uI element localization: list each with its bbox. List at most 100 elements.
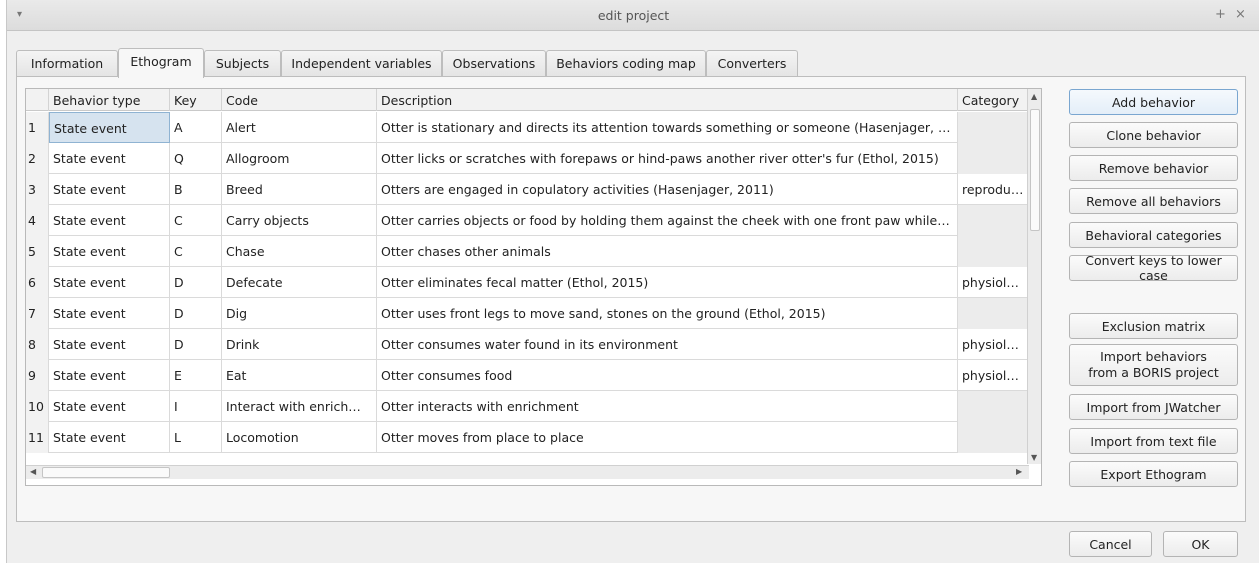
table-row[interactable]: 11 State event L Locomotion Otter moves from… xyxy=(26,422,1041,453)
vertical-scrollbar[interactable]: ▲ ▼ xyxy=(1027,89,1041,464)
code-cell[interactable]: Alert xyxy=(222,112,377,143)
behavior-type-cell[interactable]: State event xyxy=(49,143,170,174)
horizontal-scroll-thumb[interactable] xyxy=(42,467,170,478)
code-cell[interactable]: Chase xyxy=(222,236,377,267)
description-cell[interactable]: Otter moves from place to place xyxy=(377,422,958,453)
pin-icon[interactable]: + xyxy=(1215,7,1226,22)
scroll-left-icon[interactable]: ◀ xyxy=(30,467,36,476)
category-cell[interactable] xyxy=(958,205,1029,236)
behavior-type-cell[interactable]: State event xyxy=(49,112,170,143)
horizontal-scrollbar[interactable]: ◀ ▶ xyxy=(26,465,1029,479)
header-code[interactable]: Code xyxy=(222,89,377,111)
category-cell[interactable]: physiology xyxy=(958,267,1029,298)
tab-behaviors-coding-map[interactable]: Behaviors coding map xyxy=(546,50,706,77)
category-cell[interactable]: physiology xyxy=(958,360,1029,391)
key-cell[interactable]: B xyxy=(170,174,222,205)
header-description[interactable]: Description xyxy=(377,89,958,111)
category-cell[interactable] xyxy=(958,391,1029,422)
behavior-type-cell[interactable]: State event xyxy=(49,422,170,453)
import-text-file-button[interactable]: Import from text file xyxy=(1069,428,1238,454)
description-cell[interactable]: Otter carries objects or food by holding… xyxy=(377,205,958,236)
key-cell[interactable]: C xyxy=(170,205,222,236)
tab-information[interactable]: Information xyxy=(16,50,118,77)
header-key[interactable]: Key xyxy=(170,89,222,111)
key-cell[interactable]: L xyxy=(170,422,222,453)
export-ethogram-button[interactable]: Export Ethogram xyxy=(1069,461,1238,487)
description-cell[interactable]: Otters are engaged in copulatory activit… xyxy=(377,174,958,205)
code-cell[interactable]: Dig xyxy=(222,298,377,329)
description-cell[interactable]: Otter uses front legs to move sand, ston… xyxy=(377,298,958,329)
behavioral-categories-button[interactable]: Behavioral categories xyxy=(1069,222,1238,248)
table-row[interactable]: 2 State event Q Allogroom Otter licks or scr… xyxy=(26,143,1041,174)
code-cell[interactable]: Locomotion xyxy=(222,422,377,453)
exclusion-matrix-button[interactable]: Exclusion matrix xyxy=(1069,313,1238,339)
description-cell[interactable]: Otter consumes water found in its enviro… xyxy=(377,329,958,360)
scroll-up-icon[interactable]: ▲ xyxy=(1031,92,1037,101)
vertical-scroll-thumb[interactable] xyxy=(1030,109,1040,231)
key-cell[interactable]: D xyxy=(170,298,222,329)
description-cell[interactable]: Otter is stationary and directs its atte… xyxy=(377,112,958,143)
description-cell[interactable]: Otter chases other animals xyxy=(377,236,958,267)
code-cell[interactable]: Drink xyxy=(222,329,377,360)
convert-keys-button[interactable]: Convert keys to lower case xyxy=(1069,253,1238,283)
key-cell[interactable]: A xyxy=(170,112,222,143)
table-row[interactable]: 4 State event C Carry objects Otter carries … xyxy=(26,205,1041,236)
category-cell[interactable] xyxy=(958,112,1029,143)
behavior-type-cell[interactable]: State event xyxy=(49,267,170,298)
import-boris-button[interactable]: Import behaviors from a BORIS project xyxy=(1069,344,1238,386)
ethogram-table[interactable]: Behavior type Key Code Description Categ… xyxy=(25,88,1042,486)
key-cell[interactable]: Q xyxy=(170,143,222,174)
code-cell[interactable]: Allogroom xyxy=(222,143,377,174)
category-cell[interactable]: reproduction xyxy=(958,174,1029,205)
tab-converters[interactable]: Converters xyxy=(706,50,798,77)
key-cell[interactable]: I xyxy=(170,391,222,422)
clone-behavior-button[interactable]: Clone behavior xyxy=(1069,122,1238,148)
behavior-type-cell[interactable]: State event xyxy=(49,329,170,360)
code-cell[interactable]: Interact with enrichment xyxy=(222,391,377,422)
key-cell[interactable]: E xyxy=(170,360,222,391)
remove-behavior-button[interactable]: Remove behavior xyxy=(1069,155,1238,181)
scroll-down-icon[interactable]: ▼ xyxy=(1031,453,1037,462)
code-cell[interactable]: Defecate xyxy=(222,267,377,298)
category-cell[interactable] xyxy=(958,143,1029,174)
tab-ethogram[interactable]: Ethogram xyxy=(118,48,204,78)
table-row[interactable]: 10 State event I Interact with enrichment Ot… xyxy=(26,391,1041,422)
header-category[interactable]: Category xyxy=(958,89,1029,111)
tab-subjects[interactable]: Subjects xyxy=(204,50,281,77)
table-row[interactable]: 3 State event B Breed Otters are engaged in … xyxy=(26,174,1041,205)
category-cell[interactable]: physiology xyxy=(958,329,1029,360)
tab-independent-variables[interactable]: Independent variables xyxy=(281,50,442,77)
scroll-right-icon[interactable]: ▶ xyxy=(1016,467,1022,476)
category-cell[interactable] xyxy=(958,298,1029,329)
cancel-button[interactable]: Cancel xyxy=(1069,531,1152,557)
behavior-type-cell[interactable]: State event xyxy=(49,205,170,236)
key-cell[interactable]: C xyxy=(170,236,222,267)
table-row[interactable]: 5 State event C Chase Otter chases other ani… xyxy=(26,236,1041,267)
remove-all-behaviors-button[interactable]: Remove all behaviors xyxy=(1069,188,1238,214)
code-cell[interactable]: Breed xyxy=(222,174,377,205)
ok-button[interactable]: OK xyxy=(1163,531,1238,557)
description-cell[interactable]: Otter licks or scratches with forepaws o… xyxy=(377,143,958,174)
description-cell[interactable]: Otter interacts with enrichment xyxy=(377,391,958,422)
behavior-type-cell[interactable]: State event xyxy=(49,360,170,391)
behavior-type-cell[interactable]: State event xyxy=(49,391,170,422)
add-behavior-button[interactable]: Add behavior xyxy=(1069,89,1238,115)
description-cell[interactable]: Otter consumes food xyxy=(377,360,958,391)
key-cell[interactable]: D xyxy=(170,329,222,360)
behavior-type-cell[interactable]: State event xyxy=(49,298,170,329)
code-cell[interactable]: Carry objects xyxy=(222,205,377,236)
behavior-type-cell[interactable]: State event xyxy=(49,236,170,267)
key-cell[interactable]: D xyxy=(170,267,222,298)
description-cell[interactable]: Otter eliminates fecal matter (Ethol, 20… xyxy=(377,267,958,298)
code-cell[interactable]: Eat xyxy=(222,360,377,391)
table-row[interactable]: 9 State event E Eat Otter consumes food physi… xyxy=(26,360,1041,391)
behavior-type-cell[interactable]: State event xyxy=(49,174,170,205)
tab-observations[interactable]: Observations xyxy=(442,50,546,77)
table-row[interactable]: 7 State event D Dig Otter uses front legs to… xyxy=(26,298,1041,329)
import-jwatcher-button[interactable]: Import from JWatcher xyxy=(1069,394,1238,420)
table-row[interactable]: 8 State event D Drink Otter consumes water f… xyxy=(26,329,1041,360)
category-cell[interactable] xyxy=(958,236,1029,267)
close-icon[interactable]: × xyxy=(1235,7,1246,22)
table-row[interactable]: 6 State event D Defecate Otter eliminates fe… xyxy=(26,267,1041,298)
header-behavior-type[interactable]: Behavior type xyxy=(49,89,170,111)
